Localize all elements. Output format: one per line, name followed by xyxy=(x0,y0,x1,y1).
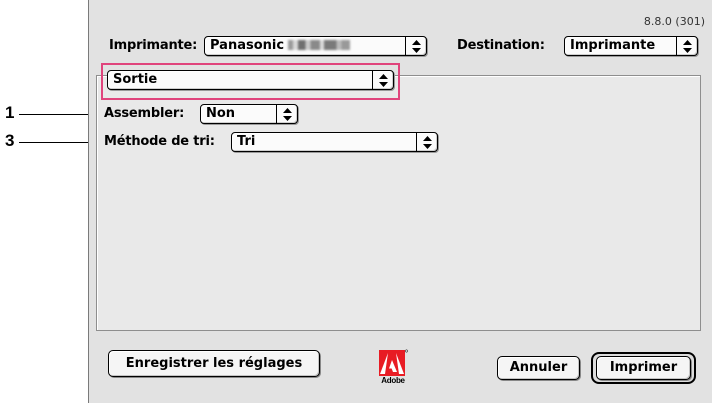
updown-arrows-icon xyxy=(405,37,426,55)
adobe-logo-text: Adobe xyxy=(381,376,405,385)
save-settings-button[interactable]: Enregistrer les réglages xyxy=(108,350,320,377)
printer-label: Imprimante: xyxy=(109,38,198,53)
print-button[interactable]: Imprimer xyxy=(596,356,691,380)
highlight-box xyxy=(101,63,400,100)
printer-select[interactable]: Panasonic xyxy=(204,36,427,56)
collate-select[interactable]: Non xyxy=(200,104,298,124)
sort-method-select[interactable]: Tri xyxy=(231,132,438,152)
cancel-button[interactable]: Annuler xyxy=(497,356,580,380)
printer-select-value: Panasonic xyxy=(210,38,285,53)
sort-method-label: Méthode de tri: xyxy=(104,134,215,149)
destination-label: Destination: xyxy=(457,38,545,53)
callout-1: 1 xyxy=(5,103,15,122)
collate-label: Assembler: xyxy=(104,106,185,121)
updown-arrows-icon xyxy=(276,105,297,123)
destination-select-value: Imprimante xyxy=(570,38,656,53)
collate-select-value: Non xyxy=(206,106,236,121)
destination-select[interactable]: Imprimante xyxy=(564,36,698,56)
callout-3: 3 xyxy=(5,131,15,150)
updown-arrows-icon xyxy=(676,37,697,55)
options-panel xyxy=(96,75,701,331)
sort-method-select-value: Tri xyxy=(237,134,256,149)
redacted-model-name xyxy=(288,40,351,50)
version-text: 8.8.0 (301) xyxy=(643,15,705,28)
updown-arrows-icon xyxy=(416,133,437,151)
